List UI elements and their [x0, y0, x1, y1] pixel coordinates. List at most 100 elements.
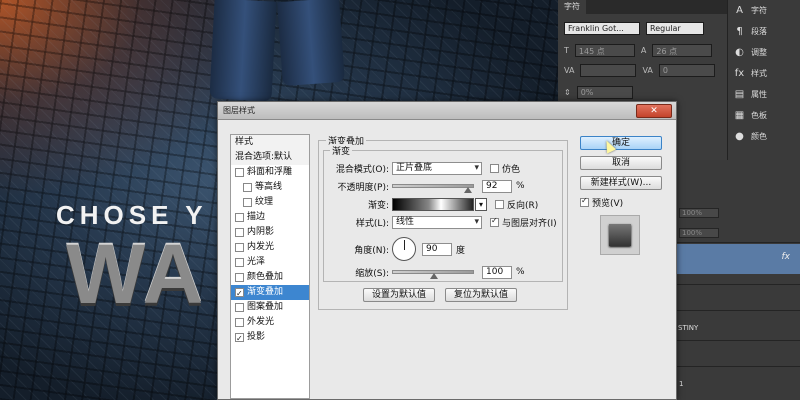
style-list-item[interactable]: 内发光	[231, 240, 309, 255]
align-label: 与图层对齐(I)	[502, 218, 557, 229]
style-list-item[interactable]: 纹理	[231, 195, 309, 210]
layer-row-selected[interactable]: fx	[673, 244, 800, 274]
style-checkbox[interactable]	[235, 303, 244, 312]
style-list-item[interactable]: 混合选项:默认	[231, 150, 309, 165]
scale-row: 缩放(S): 100 %	[324, 265, 525, 279]
reverse-checkbox[interactable]: 反向(R)	[495, 198, 538, 211]
style-list-item[interactable]: 渐变叠加	[231, 285, 309, 301]
blend-mode-dropdown[interactable]: 正片叠底	[392, 161, 482, 175]
style-checkbox[interactable]	[235, 286, 244, 301]
reset-default-button[interactable]: 复位为默认值	[445, 288, 517, 302]
align-with-layer-checkbox[interactable]: 与图层对齐(I)	[490, 216, 557, 229]
style-list-item[interactable]: 描边	[231, 210, 309, 225]
strip-item-swatches[interactable]: ▦ 色板	[728, 105, 800, 126]
gradient-picker[interactable]	[392, 197, 474, 211]
angle-dial[interactable]	[392, 237, 416, 261]
opacity-slider[interactable]	[392, 184, 474, 193]
strip-item-character[interactable]: A 字符	[728, 0, 800, 21]
tab-character[interactable]: 字符	[558, 0, 586, 14]
layer-fill-field[interactable]: 100%	[679, 228, 719, 238]
preview-checkbox[interactable]: 预览(V)	[580, 196, 664, 209]
style-label: 样式(L):	[355, 218, 389, 229]
divider	[673, 242, 800, 243]
slider-thumb[interactable]	[464, 187, 473, 193]
style-list-item[interactable]: 图案叠加	[231, 300, 309, 315]
new-style-button[interactable]: 新建样式(W)...	[580, 176, 662, 190]
style-checkbox[interactable]	[235, 168, 244, 177]
make-default-button[interactable]: 设置为默认值	[363, 288, 435, 302]
gradient-style-dropdown[interactable]: 线性	[392, 215, 482, 229]
tracking-field[interactable]: 0	[658, 64, 715, 77]
strip-label: 段落	[751, 27, 767, 36]
angle-input[interactable]: 90	[422, 242, 452, 256]
strip-item-color[interactable]: ● 颜色	[728, 126, 800, 147]
ok-button[interactable]: 确定	[580, 136, 662, 150]
slider-thumb[interactable]	[430, 273, 438, 279]
style-checkbox[interactable]	[235, 243, 244, 252]
strip-item-paragraph[interactable]: ¶ 段落	[728, 21, 800, 42]
style-checkbox[interactable]	[235, 228, 244, 237]
color-icon: ●	[735, 131, 744, 142]
strip-item-styles[interactable]: fx 样式	[728, 63, 800, 84]
style-list-item[interactable]: 样式	[231, 135, 309, 150]
style-list-item[interactable]: 内阴影	[231, 225, 309, 240]
font-family-dropdown[interactable]: Franklin Got...	[564, 22, 640, 35]
angle-row: 角度(N): 90 度	[324, 237, 465, 261]
kerning-icon: VA	[564, 66, 575, 75]
style-list-item[interactable]: 斜面和浮雕	[231, 165, 309, 180]
style-list-item-label: 内阴影	[247, 227, 275, 237]
font-style-dropdown[interactable]: Regular	[646, 22, 704, 35]
style-checkbox[interactable]	[235, 318, 244, 327]
style-list-item[interactable]: 光泽	[231, 255, 309, 270]
style-checkbox[interactable]	[235, 273, 244, 282]
style-checkbox[interactable]	[235, 213, 244, 222]
swatches-icon: ▦	[734, 110, 745, 121]
dither-checkbox[interactable]: 仿色	[490, 162, 520, 175]
character-panel-tabs: 字符	[558, 0, 727, 14]
gradient-overlay-group: 渐变叠加 渐变 混合模式(O): 正片叠底 仿色 不透明度(P):	[318, 134, 568, 312]
strip-label: 色板	[751, 111, 767, 120]
style-checkbox[interactable]	[235, 331, 244, 346]
layer-name-number[interactable]: 1	[679, 380, 683, 388]
font-size-field[interactable]: 145 点	[574, 44, 635, 57]
fx-icon: fx	[781, 252, 791, 262]
scale-field[interactable]: 0%	[576, 86, 633, 99]
style-checkbox[interactable]	[243, 183, 252, 192]
scale-input[interactable]: 100	[482, 265, 512, 279]
percent-unit: %	[516, 181, 525, 191]
gradient-subgroup: 渐变 混合模式(O): 正片叠底 仿色 不透明度(P): 92 %	[323, 144, 563, 282]
panel-icon-strip: A 字符 ¶ 段落 ◐ 调整 fx 样式 ▤ 属性 ▦ 色板 ● 颜色	[728, 0, 800, 160]
dialog-action-column: 确定 取消 新建样式(W)... 预览(V)	[580, 136, 664, 255]
layer-name-destiny[interactable]: STINY	[678, 324, 698, 332]
opacity-input[interactable]: 92	[482, 179, 512, 193]
style-checkbox[interactable]	[235, 258, 244, 267]
style-checkbox[interactable]	[243, 198, 252, 207]
scale-slider[interactable]	[392, 270, 474, 279]
style-list-item-label: 纹理	[255, 197, 274, 207]
cancel-button[interactable]: 取消	[580, 156, 662, 170]
style-list-item[interactable]: 等高线	[231, 180, 309, 195]
photoshop-window: CHOSE Y WA 字符 Franklin Got... Regular T …	[0, 0, 800, 400]
degree-unit: 度	[456, 245, 466, 256]
close-button[interactable]: ✕	[636, 104, 672, 118]
strip-item-adjustments[interactable]: ◐ 调整	[728, 42, 800, 63]
style-list-item[interactable]: 颜色叠加	[231, 270, 309, 285]
canvas-big-text: WA	[66, 227, 206, 321]
style-list-item[interactable]: 外发光	[231, 315, 309, 330]
style-list-item[interactable]: 投影	[231, 330, 309, 346]
kerning-field[interactable]	[580, 64, 637, 77]
angle-label: 角度(N):	[354, 245, 389, 256]
opacity-row: 不透明度(P): 92 %	[324, 179, 525, 193]
size-row: T 145 点 A 26 点	[564, 44, 713, 57]
leading-icon: A	[640, 46, 647, 55]
checkbox-box	[495, 199, 504, 209]
layer-opacity-field[interactable]: 100%	[679, 208, 719, 218]
close-icon: ✕	[650, 106, 658, 116]
opacity-label: 不透明度(P):	[337, 182, 389, 193]
dialog-titlebar[interactable]: 图层样式 ✕	[218, 102, 676, 120]
strip-item-properties[interactable]: ▤ 属性	[728, 84, 800, 105]
gradient-dropdown-arrow-icon[interactable]: ▾	[475, 197, 487, 211]
leading-field[interactable]: 26 点	[652, 44, 713, 57]
style-preview-thumbnail	[600, 215, 640, 255]
checkbox-box	[490, 163, 499, 173]
